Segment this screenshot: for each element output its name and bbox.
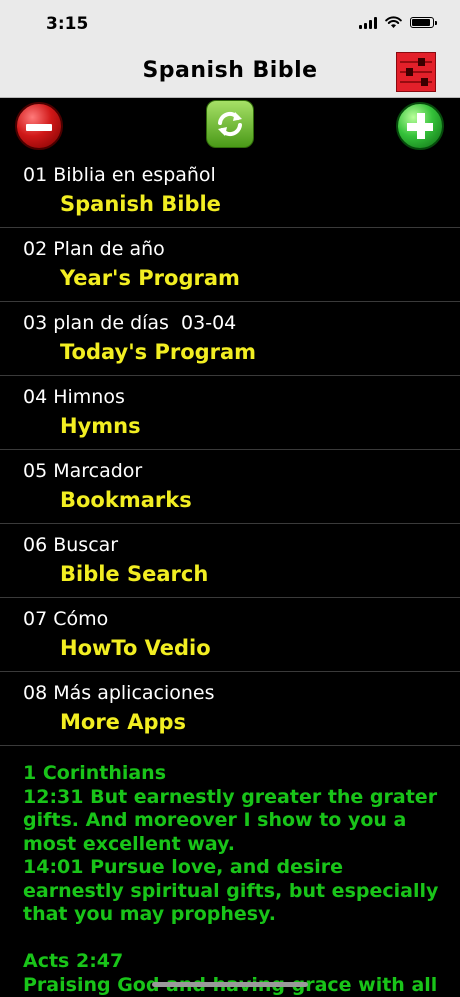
settings-button[interactable] xyxy=(396,52,436,92)
menu-item-sublabel: Bookmarks xyxy=(60,488,192,512)
menu-item-label: 08 Más aplicaciones xyxy=(23,682,215,704)
menu-item-more-apps[interactable]: 08 Más aplicaciones More Apps xyxy=(0,672,460,746)
menu-item-label: 02 Plan de año xyxy=(23,238,165,260)
status-time: 3:15 xyxy=(46,14,89,34)
menu-item-label: 01 Biblia en español xyxy=(23,164,216,186)
navigation-bar: Spanish Bible xyxy=(0,48,460,98)
menu-item-today-program[interactable]: 03 plan de días 03-04 Today's Program xyxy=(0,302,460,376)
status-icons xyxy=(359,16,437,29)
menu-item-sublabel: Hymns xyxy=(60,414,141,438)
menu-item-year-program[interactable]: 02 Plan de año Year's Program xyxy=(0,228,460,302)
menu-item-label: 06 Buscar xyxy=(23,534,119,556)
daily-verse-text: 1 Corinthians 12:31 But earnestly greate… xyxy=(23,762,439,996)
page-title: Spanish Bible xyxy=(142,58,318,83)
menu-item-label: 07 Cómo xyxy=(23,608,109,630)
toolbar xyxy=(0,98,460,154)
refresh-icon xyxy=(218,111,242,137)
menu-item-hymns[interactable]: 04 Himnos Hymns xyxy=(0,376,460,450)
battery-icon xyxy=(410,17,437,28)
minus-circle-icon xyxy=(26,124,52,131)
menu-item-sublabel: HowTo Vedio xyxy=(60,636,211,660)
menu-list: 01 Biblia en español Spanish Bible 02 Pl… xyxy=(0,154,460,746)
add-button[interactable] xyxy=(396,102,444,150)
refresh-button[interactable] xyxy=(206,100,254,148)
menu-item-bookmarks[interactable]: 05 Marcador Bookmarks xyxy=(0,450,460,524)
menu-item-sublabel: More Apps xyxy=(60,710,187,734)
menu-item-sublabel: Year's Program xyxy=(60,266,240,290)
cellular-signal-icon xyxy=(359,16,377,29)
menu-item-sublabel: Today's Program xyxy=(60,340,257,364)
menu-item-howto[interactable]: 07 Cómo HowTo Vedio xyxy=(0,598,460,672)
status-bar: 3:15 xyxy=(0,0,460,48)
menu-item-spanish-bible[interactable]: 01 Biblia en español Spanish Bible xyxy=(0,154,460,228)
home-indicator[interactable] xyxy=(152,982,308,987)
menu-item-bible-search[interactable]: 06 Buscar Bible Search xyxy=(0,524,460,598)
wifi-icon xyxy=(385,16,402,28)
menu-item-label: 05 Marcador xyxy=(23,460,143,482)
menu-item-sublabel: Bible Search xyxy=(60,562,209,586)
remove-button[interactable] xyxy=(15,102,63,150)
menu-item-label: 04 Himnos xyxy=(23,386,125,408)
menu-item-sublabel: Spanish Bible xyxy=(60,192,221,216)
menu-item-label: 03 plan de días 03-04 xyxy=(23,312,237,334)
sliders-icon xyxy=(400,58,432,86)
